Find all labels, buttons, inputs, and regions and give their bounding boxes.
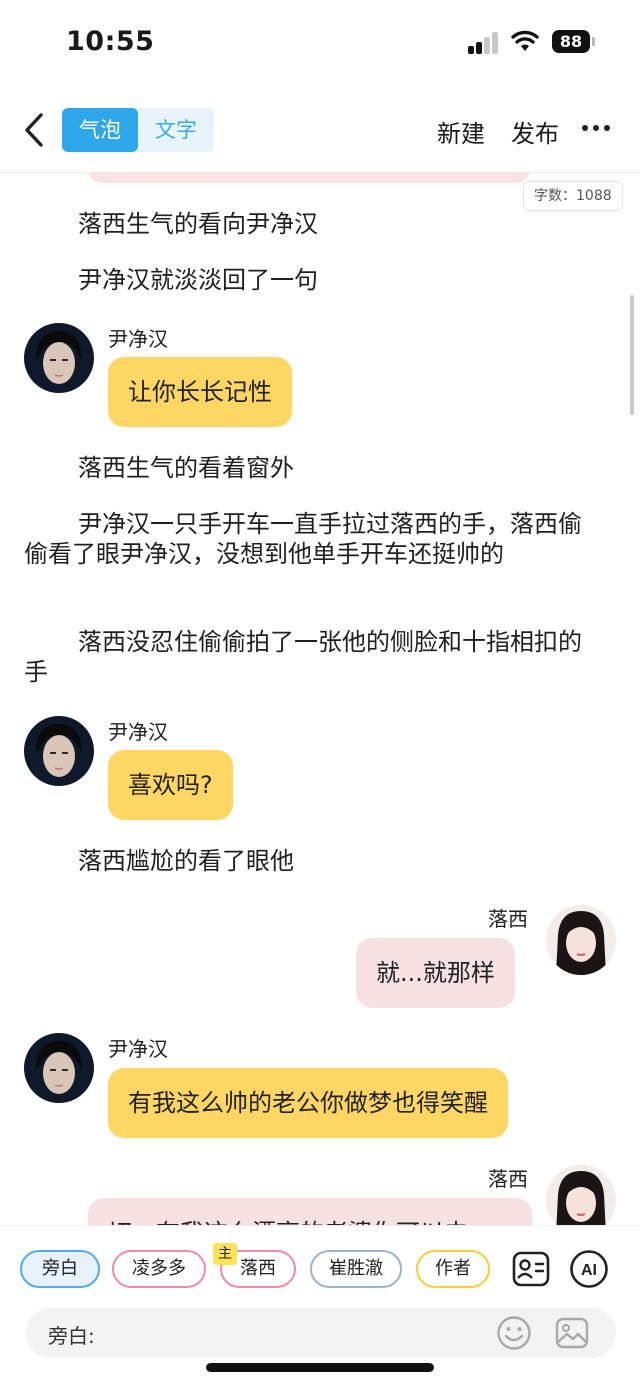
avatar[interactable] [546, 1165, 616, 1225]
smiley-icon [497, 1316, 531, 1350]
status-time: 10:55 [66, 26, 155, 57]
chevron-left-icon [25, 113, 43, 147]
word-count-badge: 字数：1088 [523, 181, 623, 211]
avatar[interactable] [24, 1033, 94, 1103]
nav-bar: 气泡 文字 新建 发布 [0, 100, 640, 170]
wifi-icon [511, 30, 539, 51]
avatar-female-image [546, 905, 616, 975]
message-input[interactable] [106, 1316, 486, 1350]
status-bar: 10:55 88 [0, 0, 640, 90]
avatar[interactable] [546, 905, 616, 975]
tab-bubble[interactable]: 气泡 [62, 108, 138, 152]
more-options-icon[interactable] [582, 118, 618, 138]
speaker-name: 落西 [488, 907, 528, 931]
speaker-name: 尹净汉 [108, 720, 168, 744]
ai-label: AI [581, 1262, 597, 1279]
chat-bubble-right[interactable]: 就...就那样 [356, 938, 515, 1008]
narration-paragraph[interactable]: 尹净汉就淡淡回了一句 [24, 265, 598, 295]
character-chip-narrator[interactable]: 旁白 [20, 1250, 100, 1288]
avatar[interactable] [24, 716, 94, 786]
scrollbar[interactable] [630, 295, 634, 415]
cellular-signal-icon [468, 32, 500, 54]
battery-icon: 88 [552, 30, 590, 53]
avatar-male-image [24, 716, 94, 786]
character-chip-author[interactable]: 作者 [416, 1250, 490, 1288]
avatar-female-image [546, 1165, 616, 1225]
back-button[interactable] [14, 108, 54, 152]
speaker-name: 尹净汉 [108, 327, 168, 351]
input-role-label: 旁白: [48, 1324, 95, 1348]
speaker-name: 尹净汉 [108, 1037, 168, 1061]
avatar[interactable] [24, 323, 94, 393]
ai-button[interactable]: AI [568, 1248, 610, 1290]
narration-paragraph[interactable]: 落西生气的看着窗外 [24, 453, 598, 483]
avatar-male-image [24, 323, 94, 393]
main-character-badge: 主 [213, 1243, 237, 1265]
battery-tip [592, 37, 595, 46]
chat-bubble-left[interactable]: 有我这么帅的老公你做梦也得笑醒 [108, 1068, 508, 1138]
narration-paragraph[interactable]: 落西尴尬的看了眼他 [24, 846, 598, 876]
tab-text[interactable]: 文字 [138, 108, 214, 152]
publish-button[interactable]: 发布 [511, 114, 559, 149]
avatar-male-image [24, 1033, 94, 1103]
character-manage-button[interactable] [510, 1248, 552, 1290]
image-icon [555, 1317, 589, 1349]
chat-bubble-right[interactable]: 切，有我这么漂亮的老婆你可以去 [88, 1198, 532, 1225]
speaker-name: 落西 [488, 1167, 528, 1191]
mode-toggle: 气泡 文字 [62, 108, 214, 152]
narration-paragraph[interactable]: 尹净汉一只手开车一直手拉过落西的手，落西偷偷看了眼尹净汉，没想到他单手开车还挺帅… [24, 509, 598, 569]
editor-panel: 旁白 凌多多 落西 主 崔胜澈 作者 AI 旁白: [0, 1225, 640, 1385]
contact-card-icon [512, 1251, 550, 1287]
image-button[interactable] [552, 1313, 592, 1353]
narration-paragraph[interactable]: 落西生气的看向尹净汉 [24, 209, 598, 239]
ai-icon: AI [570, 1250, 608, 1288]
character-chip-cuishengche[interactable]: 崔胜澈 [310, 1250, 402, 1288]
input-bar: 旁白: [26, 1308, 616, 1358]
character-chip-lingduoduo[interactable]: 凌多多 [112, 1250, 206, 1288]
narration-paragraph[interactable]: 落西没忍住偷偷拍了一张他的侧脸和十指相扣的手 [24, 627, 598, 687]
chat-bubble-left[interactable]: 喜欢吗? [108, 750, 233, 820]
home-indicator[interactable] [206, 1363, 434, 1372]
new-button[interactable]: 新建 [437, 114, 485, 149]
emoji-button[interactable] [494, 1313, 534, 1353]
chat-bubble-left[interactable]: 让你长长记性 [108, 357, 292, 427]
chat-bubble-partial[interactable] [88, 173, 530, 183]
story-content[interactable]: 字数：1088 落西生气的看向尹净汉 尹净汉就淡淡回了一句 尹净汉 让你长长记性… [0, 173, 640, 1225]
